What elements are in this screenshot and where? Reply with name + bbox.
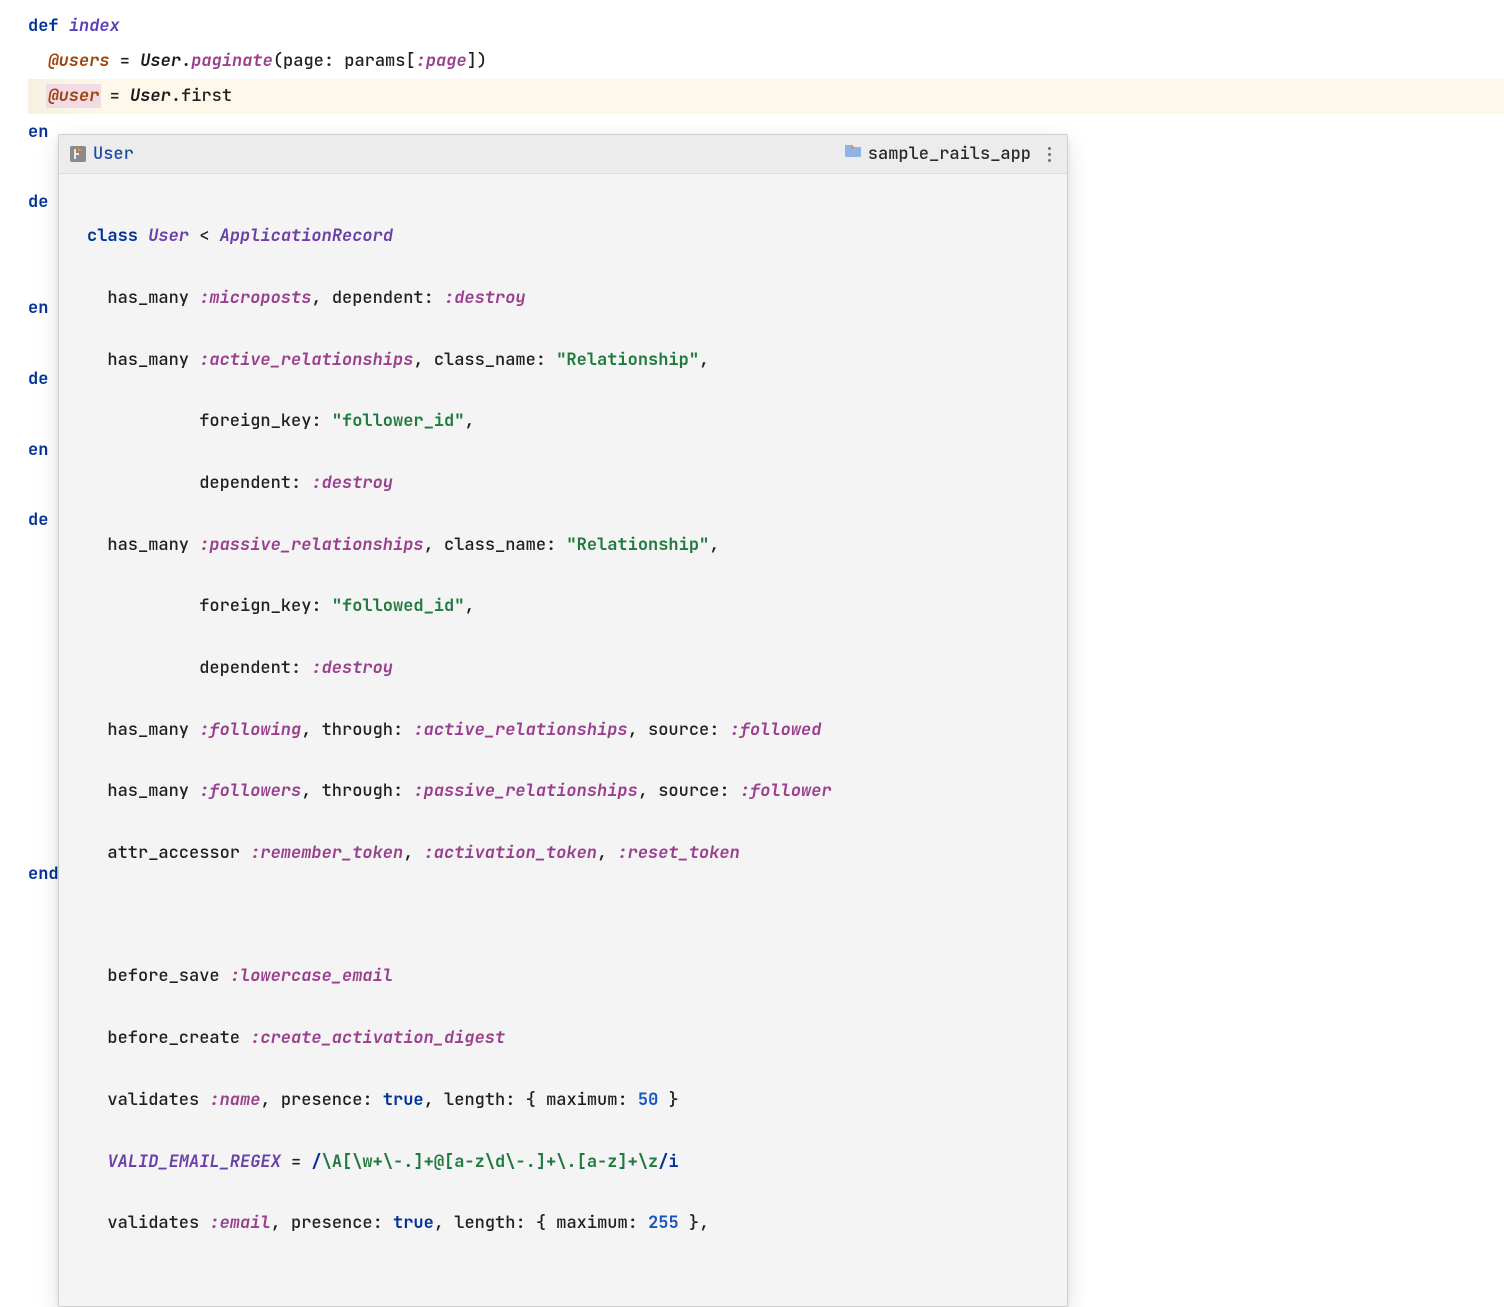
folder-icon (844, 141, 862, 167)
code-line: has_many :microposts, dependent: :destro… (87, 280, 1057, 315)
code-line: has_many :passive_relationships, class_n… (87, 527, 1057, 562)
breadcrumb-label: User (93, 141, 134, 167)
code-line: dependent: :destroy (87, 651, 1057, 686)
keyword-def: def (28, 15, 69, 37)
code-line: has_many :active_relationships, class_na… (87, 342, 1057, 377)
code-line: dependent: :destroy (87, 465, 1057, 500)
code-line: has_many :followers, through: :passive_r… (87, 774, 1057, 809)
code-line: def index (28, 8, 1504, 43)
code-line (87, 897, 1057, 932)
const-user: User (140, 50, 181, 72)
ivar-users: @users (48, 50, 109, 72)
code-line: class User < ApplicationRecord (87, 219, 1057, 254)
module-selector[interactable]: sample_rails_app (844, 141, 1031, 167)
code-line: has_many :following, through: :active_re… (87, 712, 1057, 747)
code-line: before_create :create_activation_digest (87, 1021, 1057, 1056)
popup-header: User sample_rails_app (59, 135, 1067, 174)
code-line: validates :name, presence: true, length:… (87, 1082, 1057, 1117)
method-paginate: paginate (191, 50, 273, 72)
code-line: VALID_EMAIL_REGEX = /\A[\w+\-.]+@[a-z\d\… (87, 1144, 1057, 1179)
code-line: foreign_key: "followed_id", (87, 589, 1057, 624)
module-label: sample_rails_app (868, 141, 1031, 167)
code-line: validates :email, presence: true, length… (87, 1206, 1057, 1241)
more-icon[interactable] (1041, 147, 1057, 162)
class-icon (69, 145, 87, 163)
code-line: foreign_key: "follower_id", (87, 404, 1057, 439)
const-user: User (130, 85, 171, 107)
ivar-user: @user (46, 84, 101, 108)
quick-definition-popup[interactable]: User sample_rails_app class User < Appli… (58, 134, 1068, 1307)
code-editor[interactable]: def index @users = User.paginate(page: p… (0, 8, 1504, 892)
code-line: before_save :lowercase_email (87, 959, 1057, 994)
code-line: @users = User.paginate(page: params[:pag… (28, 43, 1504, 78)
breadcrumb[interactable]: User (69, 141, 134, 167)
code-line: attr_accessor :remember_token, :activati… (87, 836, 1057, 871)
code-line-highlighted: @user = User.first (28, 79, 1504, 114)
method-name: index (69, 15, 120, 37)
popup-body[interactable]: class User < ApplicationRecord has_many … (59, 174, 1067, 1305)
